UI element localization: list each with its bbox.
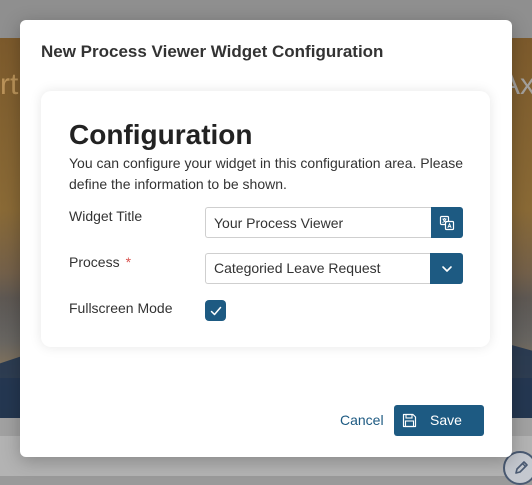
fullscreen-mode-label: Fullscreen Mode <box>69 300 173 316</box>
configuration-heading: Configuration <box>69 119 253 150</box>
pencil-icon <box>515 461 528 474</box>
widget-title-input[interactable] <box>205 207 431 238</box>
checkmark-icon <box>210 306 221 315</box>
background-hero-text-left: rt <box>0 68 19 101</box>
chevron-down-icon <box>441 265 452 272</box>
configuration-card: Configuration You can configure your wid… <box>41 91 490 347</box>
floppy-disk-icon <box>402 413 417 428</box>
process-dropdown-button[interactable] <box>430 253 463 284</box>
translate-icon <box>439 215 455 230</box>
cancel-button[interactable]: Cancel <box>340 412 384 428</box>
dialog-title: New Process Viewer Widget Configuration <box>41 42 384 61</box>
widget-config-dialog: New Process Viewer Widget Configuration … <box>20 20 512 457</box>
process-label-text: Process <box>69 254 120 270</box>
process-label: Process * <box>69 254 131 270</box>
process-select[interactable]: Categoried Leave Request <box>205 253 430 284</box>
widget-title-label: Widget Title <box>69 208 143 224</box>
required-marker: * <box>125 254 132 270</box>
save-button-label: Save <box>430 412 462 428</box>
save-button[interactable]: Save <box>394 405 484 436</box>
configuration-description: You can configure your widget in this co… <box>69 155 464 192</box>
fullscreen-mode-checkbox[interactable] <box>205 300 226 321</box>
translate-button[interactable] <box>431 207 463 238</box>
